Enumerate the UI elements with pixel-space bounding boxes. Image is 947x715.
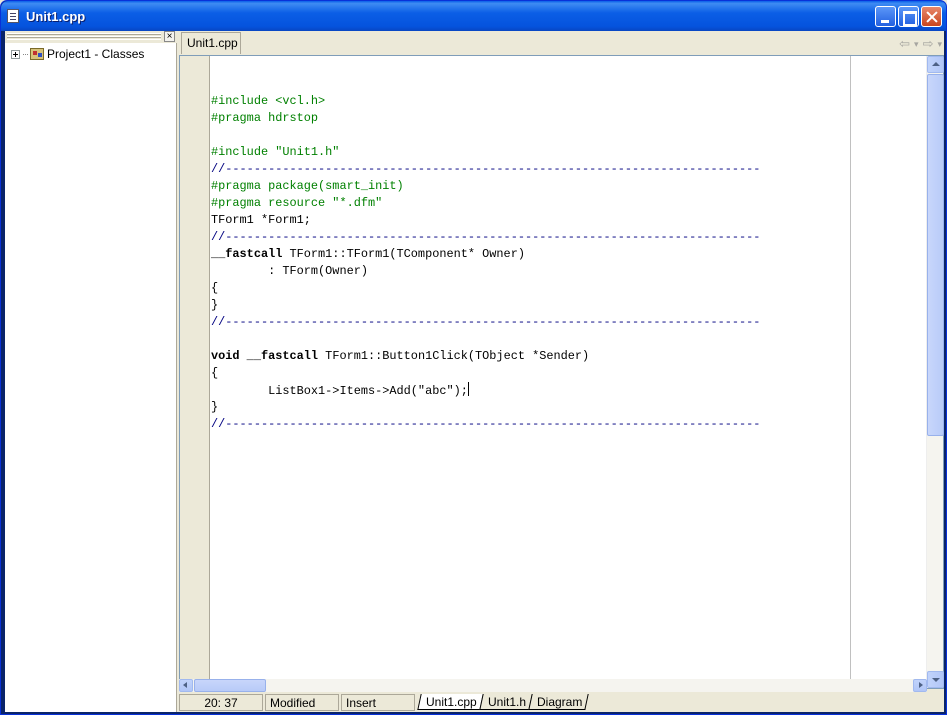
code-line[interactable]: TForm1 *Form1; [211,212,851,229]
code-token: #include "Unit1.h" [211,145,340,159]
code-token: //--------------------------------------… [211,417,761,431]
back-arrow-icon[interactable]: ⇦ [899,36,910,52]
close-button[interactable] [921,6,942,27]
code-line[interactable]: : TForm(Owner) [211,263,851,280]
code-line[interactable]: #pragma resource "*.dfm" [211,195,851,212]
code-line[interactable]: #include "Unit1.h" [211,144,851,161]
code-token: TForm1::TForm1(TComponent* Owner) [282,247,525,261]
scroll-up-button[interactable] [927,56,944,73]
code-line[interactable]: { [211,280,851,297]
code-token: //--------------------------------------… [211,230,761,244]
horizontal-scroll-row [179,679,944,692]
tree-item-project[interactable]: Project1 - Classes [11,46,144,62]
code-token: : TForm(Owner) [211,264,368,278]
code-token: { [211,366,219,380]
code-line[interactable]: } [211,399,851,416]
maximize-button[interactable] [898,6,919,27]
insert-mode-indicator[interactable]: Insert [341,694,415,711]
code-line[interactable]: { [211,365,851,382]
panel-grip[interactable] [7,33,161,40]
code-line[interactable]: #pragma package(smart_init) [211,178,851,195]
keyword: __fastcall [211,247,283,261]
code-token: { [211,281,219,295]
code-token: TForm1::Button1Click(TObject *Sender) [318,349,590,363]
navigation-arrows: ⇦ ▾ ⇨ ▾ [899,36,942,52]
code-token: #pragma package(smart_init) [211,179,404,193]
document-icon [7,9,19,23]
code-token: ListBox1->Items->Add("abc"); [211,384,468,398]
scroll-left-button[interactable] [179,679,193,692]
file-tab-diagram[interactable]: Diagram [528,694,589,710]
code-line[interactable]: //--------------------------------------… [211,161,851,178]
minimize-button[interactable] [875,6,896,27]
text-caret [467,382,469,396]
file-tabs: Unit1.cpp Unit1.h Diagram [417,694,589,710]
code-text[interactable]: #include <vcl.h> #pragma hdrstop #include … [211,76,851,433]
code-line[interactable]: //--------------------------------------… [211,416,851,433]
client-area: × Project1 - Classes Unit1.cpp ⇦ ▾ ⇨ ▾ #… [5,31,944,712]
vertical-scrollbar[interactable] [926,56,944,688]
vertical-scroll-thumb[interactable] [927,74,944,436]
code-token: } [211,298,219,312]
code-token: //--------------------------------------… [211,162,761,176]
code-token: //--------------------------------------… [211,315,761,329]
code-line[interactable] [211,127,851,144]
ide-window: Unit1.cpp × Project1 - Classes Unit1.cpp… [0,0,947,715]
tab-unit1-cpp[interactable]: Unit1.cpp [181,32,241,54]
back-dropdown-icon[interactable]: ▾ [914,39,919,50]
code-line[interactable]: __fastcall TForm1::TForm1(TComponent* Ow… [211,246,851,263]
code-token: #pragma hdrstop [211,111,319,125]
forward-arrow-icon[interactable]: ⇨ [923,36,934,52]
code-token: #pragma resource "*.dfm" [211,196,383,210]
code-line[interactable]: //--------------------------------------… [211,229,851,246]
code-token: #include <vcl.h> [211,94,326,108]
project-classes-icon [30,48,44,60]
code-line[interactable]: //--------------------------------------… [211,314,851,331]
code-token: TForm1 *Form1; [211,213,311,227]
horizontal-scroll-thumb[interactable] [194,679,266,692]
code-line[interactable]: } [211,297,851,314]
file-tab-unit1-h[interactable]: Unit1.h [479,694,533,710]
code-line[interactable] [211,76,851,93]
forward-dropdown-icon[interactable]: ▾ [937,39,942,50]
file-tab-label: Unit1.h [487,695,526,709]
editor-area: Unit1.cpp ⇦ ▾ ⇨ ▾ #include <vcl.h> #pragm… [179,31,944,712]
expand-plus-icon[interactable] [11,49,20,59]
editor-tab-bar: Unit1.cpp ⇦ ▾ ⇨ ▾ [179,31,944,55]
class-explorer-panel: × Project1 - Classes [5,31,177,712]
code-line[interactable]: #include <vcl.h> [211,93,851,110]
horizontal-scrollbar[interactable] [179,679,927,692]
code-line[interactable]: ListBox1->Items->Add("abc"); [211,382,851,399]
title-bar[interactable]: Unit1.cpp [1,1,946,31]
tree-connector [23,53,28,55]
code-editor[interactable]: #include <vcl.h> #pragma hdrstop #include … [179,55,944,689]
panel-close-button[interactable]: × [164,31,175,42]
keyword: void __fastcall [211,349,319,363]
code-line[interactable] [211,331,851,348]
modified-indicator: Modified [265,694,339,711]
tree-item-label: Project1 - Classes [47,47,145,61]
editor-gutter[interactable] [180,56,210,688]
file-tab-label: Diagram [536,695,583,709]
status-bar: 20: 37 Modified Insert Unit1.cpp Unit1.h D… [179,693,944,712]
panel-header: × [5,31,177,43]
file-tab-unit1-cpp[interactable]: Unit1.cpp [417,694,484,710]
cursor-position: 20: 37 [179,694,263,711]
code-token: } [211,400,219,414]
file-tab-label: Unit1.cpp [426,695,477,709]
window-title: Unit1.cpp [26,9,86,24]
code-line[interactable]: #pragma hdrstop [211,110,851,127]
scroll-right-button[interactable] [913,679,927,692]
code-line[interactable]: void __fastcall TForm1::Button1Click(TOb… [211,348,851,365]
